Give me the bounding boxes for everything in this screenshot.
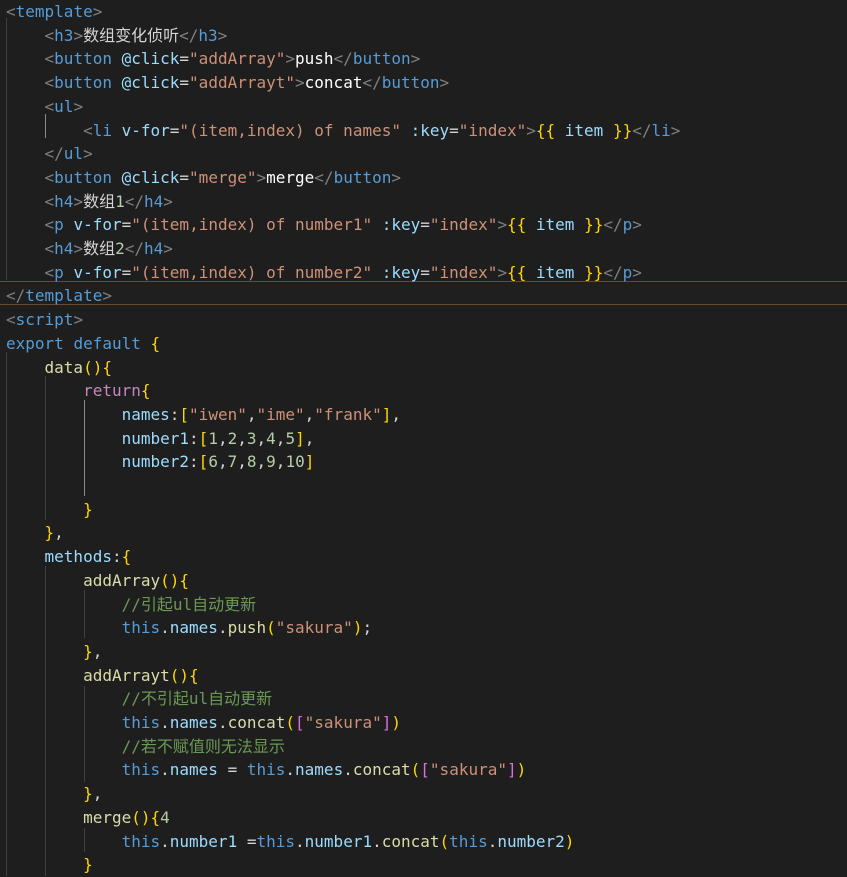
code-line[interactable]: <button @click="addArrayt">concat</butto…	[6, 71, 450, 95]
code-line[interactable]: }	[6, 853, 93, 877]
code-line[interactable]: <button @click="addArray">push</button>	[6, 47, 421, 71]
code-line[interactable]: //若不赋值则无法显示	[6, 735, 285, 759]
code-line[interactable]: data(){	[6, 356, 112, 380]
code-line[interactable]: <script>	[6, 308, 83, 332]
code-line[interactable]: <ul>	[6, 95, 84, 119]
code-line[interactable]: <h4>数组1</h4>	[6, 190, 173, 214]
code-line[interactable]: //不引起ul自动更新	[6, 687, 273, 711]
code-line[interactable]: //引起ul自动更新	[6, 593, 257, 617]
code-line[interactable]: merge(){4	[6, 806, 170, 830]
code-line[interactable]: this.number1 =this.number1.concat(this.n…	[6, 830, 575, 854]
code-line[interactable]: <h4>数组2</h4>	[6, 237, 173, 261]
code-editor[interactable]: <template> <h3>数组变化侦听</h3> <button @clic…	[0, 0, 847, 876]
code-line[interactable]: </template>	[6, 284, 112, 308]
code-line[interactable]: <p v-for="(item,index) of number2" :key=…	[6, 261, 642, 285]
code-line[interactable]: this.names.concat(["sakura"])	[6, 711, 401, 735]
code-line[interactable]: <p v-for="(item,index) of number1" :key=…	[6, 213, 642, 237]
code-line[interactable]: number1:[1,2,3,4,5],	[6, 427, 315, 451]
code-line[interactable]: <h3>数组变化侦听</h3>	[6, 24, 228, 48]
code-line[interactable]: methods:{	[6, 545, 132, 569]
code-line[interactable]: number2:[6,7,8,9,10]	[6, 450, 315, 474]
code-line[interactable]: return{	[6, 379, 150, 403]
code-line[interactable]: names:["iwen","ime","frank"],	[6, 403, 401, 427]
code-line[interactable]: <li v-for="(item,index) of names" :key="…	[6, 119, 680, 143]
code-line[interactable]: <button @click="merge">merge</button>	[6, 166, 401, 190]
code-line[interactable]: </ul>	[6, 142, 93, 166]
code-line[interactable]: }	[6, 498, 93, 522]
code-line[interactable]: addArrayt(){	[6, 664, 199, 688]
code-line[interactable]: this.names = this.names.concat(["sakura"…	[6, 758, 527, 782]
code-line[interactable]: <template>	[6, 0, 102, 24]
code-line[interactable]: },	[6, 782, 102, 806]
code-line[interactable]: export default {	[6, 332, 160, 356]
code-line[interactable]: addArray(){	[6, 569, 189, 593]
code-line[interactable]: this.names.push("sakura");	[6, 616, 373, 640]
code-line[interactable]: },	[6, 521, 64, 545]
code-line[interactable]: },	[6, 640, 102, 664]
